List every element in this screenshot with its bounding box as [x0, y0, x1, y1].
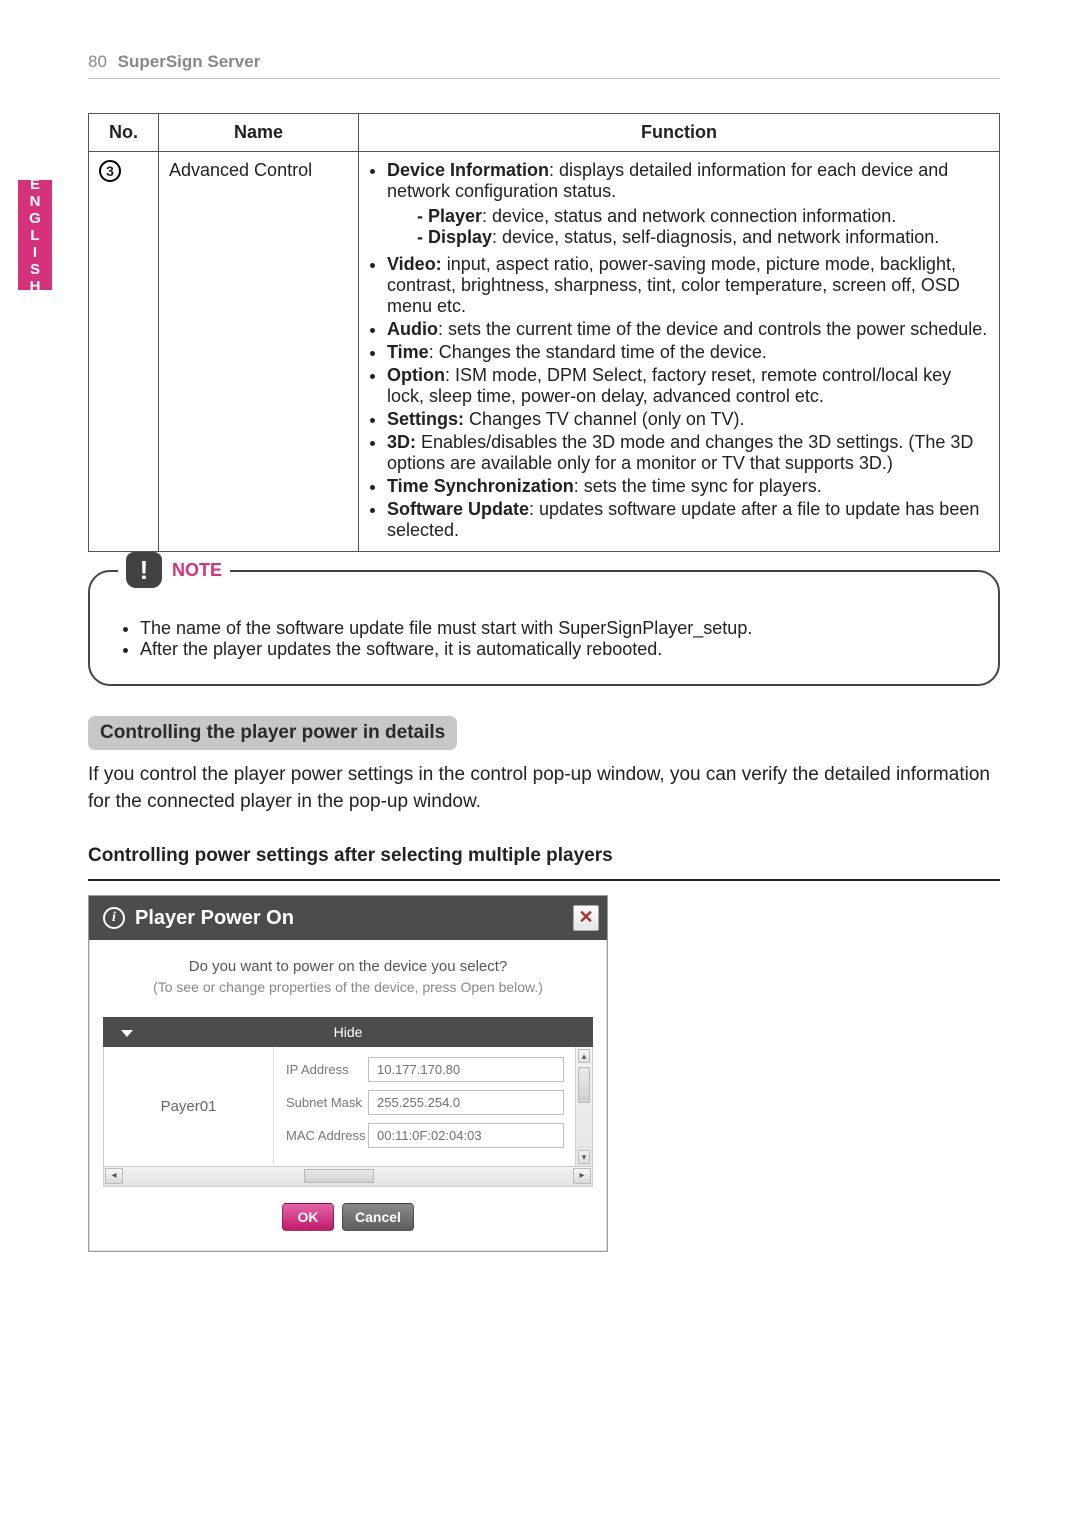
horizontal-scrollbar[interactable]: ◂ ▸	[103, 1167, 593, 1187]
property-row: Subnet Mask 255.255.254.0	[286, 1090, 564, 1115]
header-divider	[88, 78, 1000, 79]
cell-name: Advanced Control	[159, 152, 359, 552]
text-option: : ISM mode, DPM Select, factory reset, r…	[387, 365, 951, 406]
properties-panel: ▴ ▾ Payer01 IP Address 10.177.170.80 Sub…	[103, 1047, 593, 1167]
info-icon: i	[103, 907, 125, 929]
dialog-body: Do you want to power on the device you s…	[89, 940, 607, 1017]
note-item: After the player updates the software, i…	[140, 639, 970, 660]
running-header: 80 SuperSign Server	[88, 52, 1000, 72]
label-player: Player	[428, 206, 482, 226]
scroll-left-button[interactable]: ◂	[105, 1168, 123, 1184]
property-row: IP Address 10.177.170.80	[286, 1057, 564, 1082]
hide-label: Hide	[151, 1024, 545, 1040]
cell-function: Device Information: displays detailed in…	[359, 152, 1000, 552]
th-no: No.	[89, 114, 159, 152]
ip-value[interactable]: 10.177.170.80	[368, 1057, 564, 1082]
section-heading: Controlling the player power in details	[88, 716, 457, 750]
circled-number: 3	[99, 160, 121, 182]
label-timesync: Time Synchronization	[387, 476, 574, 496]
section-body: If you control the player power settings…	[88, 762, 1000, 815]
table-row: 3 Advanced Control Device Information: d…	[89, 152, 1000, 552]
page-number: 80	[88, 52, 107, 71]
mac-label: MAC Address	[286, 1128, 368, 1144]
collapse-icon	[103, 1024, 151, 1041]
dialog-titlebar: i Player Power On ✕	[89, 896, 607, 940]
text-display: : device, status, self-diagnosis, and ne…	[492, 227, 939, 247]
dialog-submessage: (To see or change properties of the devi…	[107, 979, 589, 995]
note-title: NOTE	[172, 560, 222, 581]
label-display: Display	[428, 227, 492, 247]
dialog-button-row: OK Cancel	[89, 1187, 607, 1251]
label-audio: Audio	[387, 319, 438, 339]
scroll-right-button[interactable]: ▸	[573, 1168, 591, 1184]
vertical-scrollbar-thumb[interactable]	[578, 1067, 590, 1103]
text-audio: : sets the current time of the device an…	[438, 319, 987, 339]
text-video: input, aspect ratio, power-saving mode, …	[387, 254, 960, 316]
label-swupdate: Software Update	[387, 499, 529, 519]
text-settings: Changes TV channel (only on TV).	[464, 409, 745, 429]
note-item: The name of the software update file mus…	[140, 618, 970, 639]
cancel-button[interactable]: Cancel	[342, 1203, 414, 1231]
label-settings: Settings:	[387, 409, 464, 429]
th-function: Function	[359, 114, 1000, 152]
player-power-dialog: i Player Power On ✕ Do you want to power…	[88, 895, 608, 1252]
dialog-message: Do you want to power on the device you s…	[107, 958, 589, 975]
scroll-down-button[interactable]: ▾	[578, 1150, 590, 1164]
ok-button[interactable]: OK	[282, 1203, 334, 1231]
header-title: SuperSign Server	[118, 52, 261, 71]
ip-label: IP Address	[286, 1062, 368, 1078]
note-icon: !	[126, 552, 162, 588]
label-device-info: Device Information	[387, 160, 549, 180]
scroll-up-button[interactable]: ▴	[578, 1049, 590, 1063]
text-timesync: : sets the time sync for players.	[574, 476, 822, 496]
th-name: Name	[159, 114, 359, 152]
mac-value[interactable]: 00:11:0F:02:04:03	[368, 1123, 564, 1148]
advanced-control-table: No. Name Function 3 Advanced Control Dev…	[88, 113, 1000, 552]
subnet-label: Subnet Mask	[286, 1095, 368, 1111]
dialog-title: Player Power On	[135, 907, 563, 930]
label-3d: 3D:	[387, 432, 416, 452]
note-header: ! NOTE	[118, 552, 230, 588]
label-time: Time	[387, 342, 429, 362]
subnet-value[interactable]: 255.255.254.0	[368, 1090, 564, 1115]
text-time: : Changes the standard time of the devic…	[429, 342, 767, 362]
text-3d: Enables/disables the 3D mode and changes…	[387, 432, 973, 473]
horizontal-scrollbar-thumb[interactable]	[304, 1169, 374, 1183]
hide-bar[interactable]: Hide	[103, 1017, 593, 1047]
property-row: MAC Address 00:11:0F:02:04:03	[286, 1123, 564, 1148]
cell-no: 3	[89, 152, 159, 552]
close-button[interactable]: ✕	[573, 905, 599, 931]
sub-heading-rule	[88, 879, 1000, 881]
sub-heading: Controlling power settings after selecti…	[88, 845, 1000, 867]
label-option: Option	[387, 365, 445, 385]
note-box: ! NOTE The name of the software update f…	[88, 570, 1000, 686]
player-name: Payer01	[104, 1047, 274, 1166]
label-video: Video:	[387, 254, 442, 274]
page-content: 80 SuperSign Server No. Name Function 3 …	[0, 0, 1080, 1272]
text-player: : device, status and network connection …	[482, 206, 896, 226]
